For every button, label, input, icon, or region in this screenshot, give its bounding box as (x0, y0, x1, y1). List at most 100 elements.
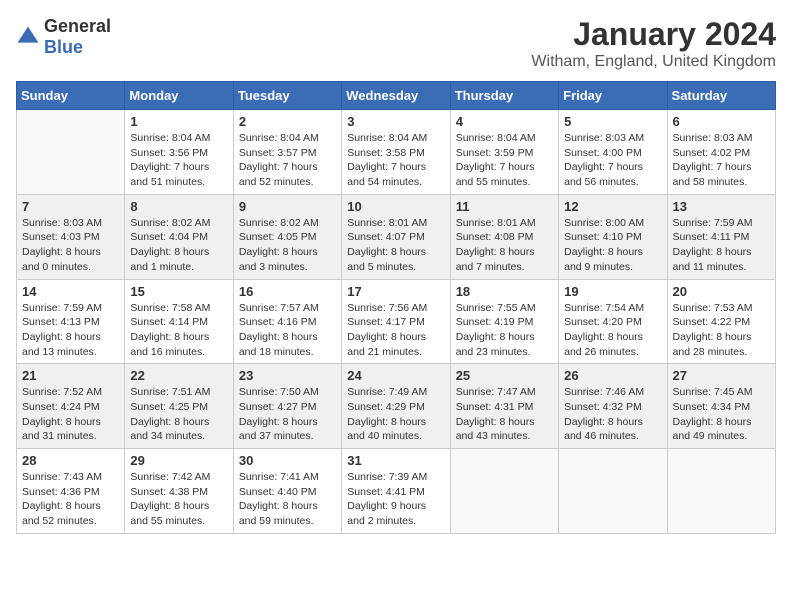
calendar-body: 1 Sunrise: 8:04 AM Sunset: 3:56 PM Daylig… (17, 110, 776, 534)
day-number: 18 (456, 284, 553, 299)
day-info: Sunrise: 7:45 AM Sunset: 4:34 PM Dayligh… (673, 385, 770, 444)
calendar-cell: 21 Sunrise: 7:52 AM Sunset: 4:24 PM Dayli… (17, 364, 125, 449)
day-number: 19 (564, 284, 661, 299)
day-number: 21 (22, 368, 119, 383)
day-number: 9 (239, 199, 336, 214)
calendar-cell: 1 Sunrise: 8:04 AM Sunset: 3:56 PM Daylig… (125, 110, 233, 195)
day-info: Sunrise: 7:51 AM Sunset: 4:25 PM Dayligh… (130, 385, 227, 444)
calendar-cell: 30Sunrise: 7:41 AM Sunset: 4:40 PM Dayli… (233, 449, 341, 534)
day-header-sunday: Sunday (17, 82, 125, 110)
calendar-cell: 11Sunrise: 8:01 AM Sunset: 4:08 PM Dayli… (450, 194, 558, 279)
calendar-cell (450, 449, 558, 534)
calendar-cell (17, 110, 125, 195)
day-header-thursday: Thursday (450, 82, 558, 110)
calendar-cell: 9 Sunrise: 8:02 AM Sunset: 4:05 PM Daylig… (233, 194, 341, 279)
day-info: Sunrise: 7:47 AM Sunset: 4:31 PM Dayligh… (456, 385, 553, 444)
day-header-friday: Friday (559, 82, 667, 110)
calendar-cell: 13Sunrise: 7:59 AM Sunset: 4:11 PM Dayli… (667, 194, 775, 279)
logo: General Blue (16, 16, 111, 58)
day-number: 10 (347, 199, 444, 214)
day-number: 20 (673, 284, 770, 299)
day-number: 7 (22, 199, 119, 214)
calendar-header-row: SundayMondayTuesdayWednesdayThursdayFrid… (17, 82, 776, 110)
day-info: Sunrise: 8:01 AM Sunset: 4:07 PM Dayligh… (347, 216, 444, 275)
header: General Blue January 2024 Witham, Englan… (16, 16, 776, 71)
title-area: January 2024 Witham, England, United Kin… (531, 16, 776, 71)
calendar-cell: 4 Sunrise: 8:04 AM Sunset: 3:59 PM Daylig… (450, 110, 558, 195)
day-header-monday: Monday (125, 82, 233, 110)
day-number: 31 (347, 453, 444, 468)
day-info: Sunrise: 8:02 AM Sunset: 4:05 PM Dayligh… (239, 216, 336, 275)
day-info: Sunrise: 8:04 AM Sunset: 3:57 PM Dayligh… (239, 131, 336, 190)
day-info: Sunrise: 7:41 AM Sunset: 4:40 PM Dayligh… (239, 470, 336, 529)
day-number: 3 (347, 114, 444, 129)
day-info: Sunrise: 7:53 AM Sunset: 4:22 PM Dayligh… (673, 301, 770, 360)
calendar-table: SundayMondayTuesdayWednesdayThursdayFrid… (16, 81, 776, 534)
day-info: Sunrise: 7:57 AM Sunset: 4:16 PM Dayligh… (239, 301, 336, 360)
calendar-cell: 3 Sunrise: 8:04 AM Sunset: 3:58 PM Daylig… (342, 110, 450, 195)
calendar-cell: 22Sunrise: 7:51 AM Sunset: 4:25 PM Dayli… (125, 364, 233, 449)
calendar-cell: 29 Sunrise: 7:42 AM Sunset: 4:38 PM Dayli… (125, 449, 233, 534)
day-header-wednesday: Wednesday (342, 82, 450, 110)
day-info: Sunrise: 8:04 AM Sunset: 3:56 PM Dayligh… (130, 131, 227, 190)
day-info: Sunrise: 7:54 AM Sunset: 4:20 PM Dayligh… (564, 301, 661, 360)
day-header-tuesday: Tuesday (233, 82, 341, 110)
day-header-saturday: Saturday (667, 82, 775, 110)
day-info: Sunrise: 7:42 AM Sunset: 4:38 PM Dayligh… (130, 470, 227, 529)
day-number: 8 (130, 199, 227, 214)
day-info: Sunrise: 7:39 AM Sunset: 4:41 PM Dayligh… (347, 470, 444, 529)
day-number: 5 (564, 114, 661, 129)
logo-blue: Blue (44, 37, 83, 57)
calendar-cell: 7 Sunrise: 8:03 AM Sunset: 4:03 PM Daylig… (17, 194, 125, 279)
calendar-week-row: 21 Sunrise: 7:52 AM Sunset: 4:24 PM Dayli… (17, 364, 776, 449)
day-number: 27 (673, 368, 770, 383)
calendar-cell: 23 Sunrise: 7:50 AM Sunset: 4:27 PM Dayli… (233, 364, 341, 449)
day-number: 17 (347, 284, 444, 299)
day-info: Sunrise: 7:50 AM Sunset: 4:27 PM Dayligh… (239, 385, 336, 444)
calendar-cell: 19 Sunrise: 7:54 AM Sunset: 4:20 PM Dayli… (559, 279, 667, 364)
day-info: Sunrise: 7:59 AM Sunset: 4:13 PM Dayligh… (22, 301, 119, 360)
day-info: Sunrise: 7:56 AM Sunset: 4:17 PM Dayligh… (347, 301, 444, 360)
calendar-cell: 12Sunrise: 8:00 AM Sunset: 4:10 PM Dayli… (559, 194, 667, 279)
day-info: Sunrise: 8:03 AM Sunset: 4:03 PM Dayligh… (22, 216, 119, 275)
calendar-cell: 5 Sunrise: 8:03 AM Sunset: 4:00 PM Daylig… (559, 110, 667, 195)
calendar-cell: 10 Sunrise: 8:01 AM Sunset: 4:07 PM Dayli… (342, 194, 450, 279)
calendar-cell: 16Sunrise: 7:57 AM Sunset: 4:16 PM Dayli… (233, 279, 341, 364)
day-info: Sunrise: 7:58 AM Sunset: 4:14 PM Dayligh… (130, 301, 227, 360)
day-info: Sunrise: 7:43 AM Sunset: 4:36 PM Dayligh… (22, 470, 119, 529)
calendar-cell: 15 Sunrise: 7:58 AM Sunset: 4:14 PM Dayli… (125, 279, 233, 364)
day-number: 12 (564, 199, 661, 214)
day-info: Sunrise: 8:03 AM Sunset: 4:00 PM Dayligh… (564, 131, 661, 190)
calendar-cell: 17 Sunrise: 7:56 AM Sunset: 4:17 PM Dayli… (342, 279, 450, 364)
day-info: Sunrise: 7:55 AM Sunset: 4:19 PM Dayligh… (456, 301, 553, 360)
day-info: Sunrise: 8:04 AM Sunset: 3:59 PM Dayligh… (456, 131, 553, 190)
calendar-cell: 25Sunrise: 7:47 AM Sunset: 4:31 PM Dayli… (450, 364, 558, 449)
logo-text: General Blue (44, 16, 111, 58)
day-number: 26 (564, 368, 661, 383)
calendar-cell: 6Sunrise: 8:03 AM Sunset: 4:02 PM Daylig… (667, 110, 775, 195)
day-number: 6 (673, 114, 770, 129)
calendar-cell: 26Sunrise: 7:46 AM Sunset: 4:32 PM Dayli… (559, 364, 667, 449)
calendar-week-row: 7 Sunrise: 8:03 AM Sunset: 4:03 PM Daylig… (17, 194, 776, 279)
calendar-cell: 27 Sunrise: 7:45 AM Sunset: 4:34 PM Dayli… (667, 364, 775, 449)
day-number: 1 (130, 114, 227, 129)
day-number: 14 (22, 284, 119, 299)
logo-icon (16, 25, 40, 49)
location-title: Witham, England, United Kingdom (531, 53, 776, 71)
calendar-week-row: 14 Sunrise: 7:59 AM Sunset: 4:13 PM Dayli… (17, 279, 776, 364)
calendar-week-row: 28Sunrise: 7:43 AM Sunset: 4:36 PM Dayli… (17, 449, 776, 534)
calendar-cell: 31 Sunrise: 7:39 AM Sunset: 4:41 PM Dayli… (342, 449, 450, 534)
day-number: 4 (456, 114, 553, 129)
day-info: Sunrise: 8:04 AM Sunset: 3:58 PM Dayligh… (347, 131, 444, 190)
calendar-cell (667, 449, 775, 534)
calendar-cell: 8 Sunrise: 8:02 AM Sunset: 4:04 PM Daylig… (125, 194, 233, 279)
day-info: Sunrise: 7:52 AM Sunset: 4:24 PM Dayligh… (22, 385, 119, 444)
day-number: 11 (456, 199, 553, 214)
day-info: Sunrise: 8:02 AM Sunset: 4:04 PM Dayligh… (130, 216, 227, 275)
day-info: Sunrise: 7:49 AM Sunset: 4:29 PM Dayligh… (347, 385, 444, 444)
day-number: 15 (130, 284, 227, 299)
day-number: 29 (130, 453, 227, 468)
day-number: 23 (239, 368, 336, 383)
logo-general: General (44, 16, 111, 36)
calendar-week-row: 1 Sunrise: 8:04 AM Sunset: 3:56 PM Daylig… (17, 110, 776, 195)
